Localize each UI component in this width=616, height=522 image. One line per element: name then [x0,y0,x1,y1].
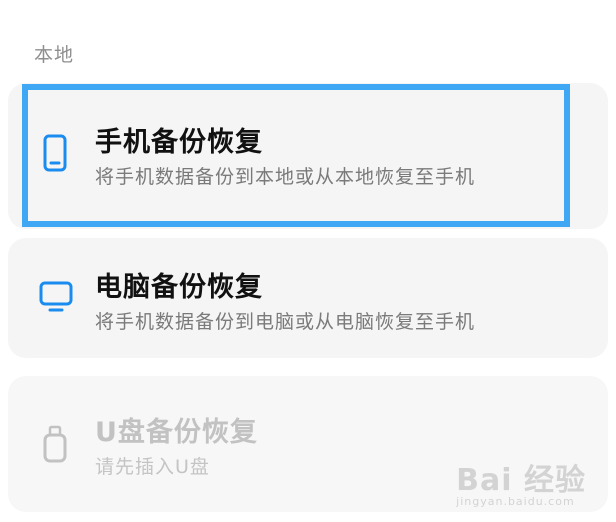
phone-icon [43,134,67,172]
usb-backup-subtitle: 请先插入U盘 [95,456,210,478]
baidu-jingyan-watermark: Bai 经验 jingyan.baidu.com [456,455,586,508]
computer-backup-title: 电脑备份恢复 [95,272,263,303]
watermark-main: Bai 经验 [456,463,586,498]
backup-restore-page: 本地 手机备份恢复 将手机数据备份到本地或从本地恢复至手机 电脑备份恢复 将手机… [0,0,616,522]
monitor-icon [39,281,73,312]
section-label-local: 本地 [34,44,75,66]
phone-backup-title: 手机备份恢复 [95,127,263,158]
usb-drive-icon [43,425,67,463]
phone-backup-subtitle: 将手机数据备份到本地或从本地恢复至手机 [95,166,476,188]
computer-backup-subtitle: 将手机数据备份到电脑或从电脑恢复至手机 [95,311,476,333]
watermark-sub: jingyan.baidu.com [456,495,575,508]
usb-backup-title: U盘备份恢复 [95,417,258,448]
